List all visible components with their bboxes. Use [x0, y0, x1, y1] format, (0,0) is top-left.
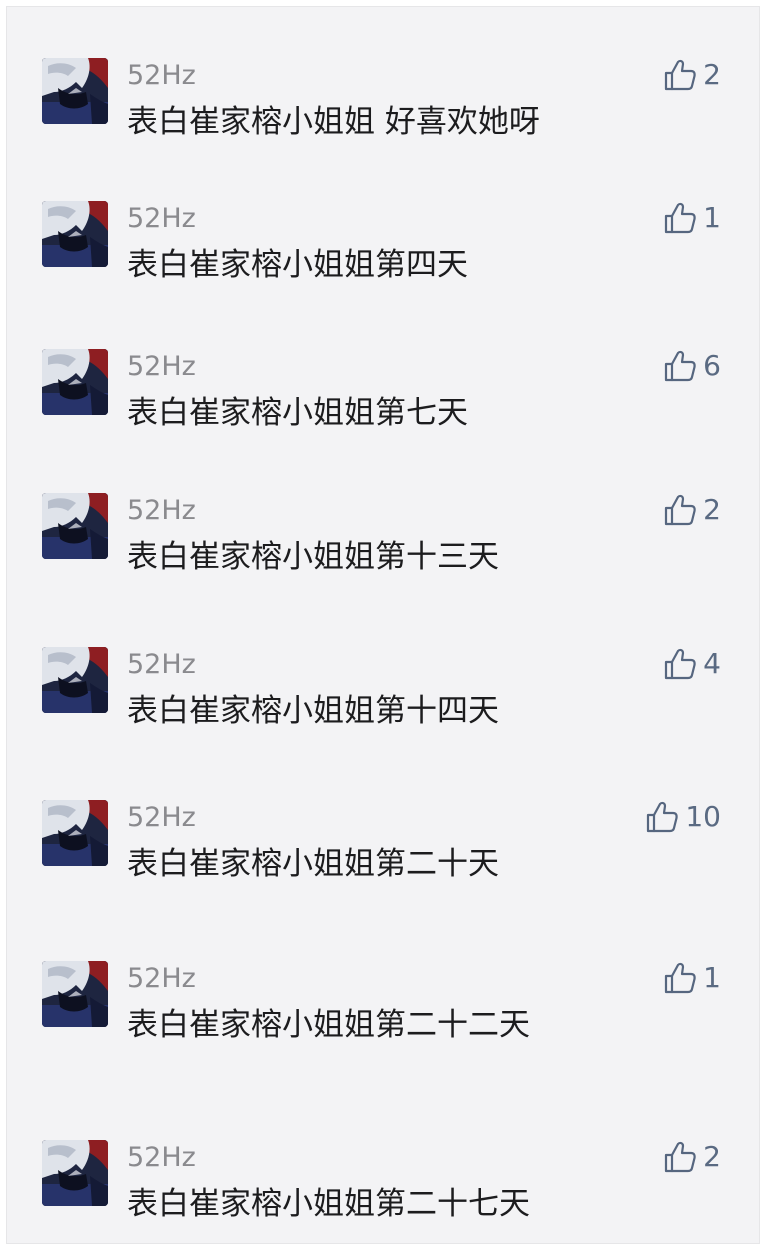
comment-username[interactable]: 52Hz: [127, 963, 196, 995]
comment-username[interactable]: 52Hz: [127, 802, 196, 834]
avatar[interactable]: [42, 201, 108, 267]
thumbs-up-icon: [663, 493, 697, 527]
comment-item: 52Hz 表白崔家榕小姐姐第四天 1: [7, 201, 759, 311]
like-count: 1: [703, 961, 721, 994]
thumbs-up-icon: [663, 201, 697, 235]
comment-item: 52Hz 表白崔家榕小姐姐第十三天 2: [7, 493, 759, 603]
comment-item: 52Hz 表白崔家榕小姐姐 好喜欢她呀 2: [7, 58, 759, 168]
thumbs-up-icon: [663, 349, 697, 383]
anime-avatar-icon: [42, 493, 108, 559]
comment-item: 52Hz 表白崔家榕小姐姐第七天 6: [7, 349, 759, 459]
like-count: 2: [703, 58, 721, 91]
like-count: 10: [685, 800, 721, 833]
like-count: 1: [703, 201, 721, 234]
like-count: 2: [703, 493, 721, 526]
like-count: 4: [703, 647, 721, 680]
comment-item: 52Hz 表白崔家榕小姐姐第二十二天 1: [7, 961, 759, 1071]
comment-text: 表白崔家榕小姐姐第十四天: [127, 693, 499, 729]
comment-username[interactable]: 52Hz: [127, 351, 196, 383]
anime-avatar-icon: [42, 349, 108, 415]
avatar[interactable]: [42, 1140, 108, 1206]
comment-username[interactable]: 52Hz: [127, 495, 196, 527]
thumbs-up-icon: [663, 961, 697, 995]
comment-username[interactable]: 52Hz: [127, 203, 196, 235]
like-button[interactable]: 1: [663, 961, 721, 995]
thumbs-up-icon: [663, 647, 697, 681]
comment-text: 表白崔家榕小姐姐第四天: [127, 247, 468, 283]
like-button[interactable]: 1: [663, 201, 721, 235]
avatar[interactable]: [42, 493, 108, 559]
comment-username[interactable]: 52Hz: [127, 1142, 196, 1174]
thumbs-up-icon: [663, 58, 697, 92]
comment-text: 表白崔家榕小姐姐第二十天: [127, 846, 499, 882]
comment-item: 52Hz 表白崔家榕小姐姐第二十七天 2: [7, 1140, 759, 1243]
comment-item: 52Hz 表白崔家榕小姐姐第二十天 10: [7, 800, 759, 910]
comment-username[interactable]: 52Hz: [127, 60, 196, 92]
thumbs-up-icon: [645, 800, 679, 834]
anime-avatar-icon: [42, 201, 108, 267]
anime-avatar-icon: [42, 800, 108, 866]
comment-text: 表白崔家榕小姐姐第七天: [127, 395, 468, 431]
like-button[interactable]: 2: [663, 1140, 721, 1174]
like-button[interactable]: 2: [663, 493, 721, 527]
like-button[interactable]: 6: [663, 349, 721, 383]
avatar[interactable]: [42, 58, 108, 124]
comment-text: 表白崔家榕小姐姐第二十七天: [127, 1186, 530, 1222]
comment-text: 表白崔家榕小姐姐第二十二天: [127, 1007, 530, 1043]
anime-avatar-icon: [42, 961, 108, 1027]
like-count: 6: [703, 349, 721, 382]
anime-avatar-icon: [42, 647, 108, 713]
avatar[interactable]: [42, 961, 108, 1027]
like-count: 2: [703, 1140, 721, 1173]
avatar[interactable]: [42, 647, 108, 713]
like-button[interactable]: 4: [663, 647, 721, 681]
comment-text: 表白崔家榕小姐姐 好喜欢她呀: [127, 104, 540, 140]
avatar[interactable]: [42, 800, 108, 866]
anime-avatar-icon: [42, 58, 108, 124]
avatar[interactable]: [42, 349, 108, 415]
thumbs-up-icon: [663, 1140, 697, 1174]
comment-username[interactable]: 52Hz: [127, 649, 196, 681]
comment-list: 52Hz 表白崔家榕小姐姐 好喜欢她呀 2 52Hz 表白崔家榕小姐姐第四天 1…: [6, 6, 760, 1244]
like-button[interactable]: 2: [663, 58, 721, 92]
anime-avatar-icon: [42, 1140, 108, 1206]
like-button[interactable]: 10: [645, 800, 721, 834]
comment-item: 52Hz 表白崔家榕小姐姐第十四天 4: [7, 647, 759, 757]
comment-text: 表白崔家榕小姐姐第十三天: [127, 539, 499, 575]
